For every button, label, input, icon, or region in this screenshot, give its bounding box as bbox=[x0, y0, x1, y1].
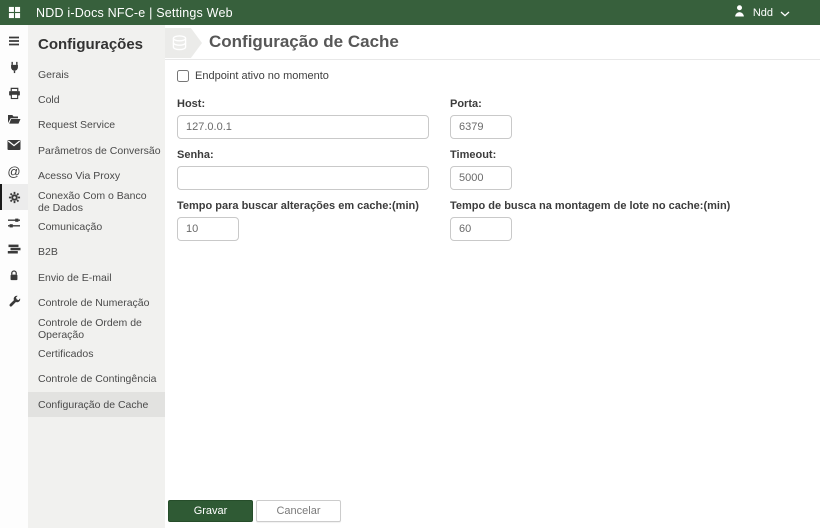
sidebar-item-envio-email[interactable]: Envio de E-mail bbox=[28, 265, 165, 290]
save-button[interactable]: Gravar bbox=[168, 500, 253, 522]
apps-grid-icon[interactable] bbox=[0, 6, 28, 19]
host-label: Host: bbox=[177, 98, 206, 110]
sidebar-item-controle-numeracao[interactable]: Controle de Numeração bbox=[28, 291, 165, 316]
sliders-icon[interactable] bbox=[0, 210, 28, 236]
database-icon bbox=[165, 28, 202, 58]
sidebar-item-controle-ordem-operacao[interactable]: Controle de Ordem de Operação bbox=[28, 316, 165, 341]
page-title: Configuração de Cache bbox=[209, 32, 399, 51]
user-icon bbox=[733, 4, 746, 22]
sidebar-item-conexao-banco-dados[interactable]: Conexão Com o Banco de Dados bbox=[28, 189, 165, 214]
sidebar-item-gerais[interactable]: Gerais bbox=[28, 62, 165, 87]
tempo-lote-input[interactable] bbox=[450, 217, 512, 241]
porta-input[interactable] bbox=[450, 115, 512, 139]
sidebar-item-request-service[interactable]: Request Service bbox=[28, 113, 165, 138]
timeout-label: Timeout: bbox=[450, 149, 497, 161]
app-title: NDD i-Docs NFC-e | Settings Web bbox=[36, 5, 233, 20]
host-input[interactable] bbox=[177, 115, 429, 139]
endpoint-active-checkbox[interactable] bbox=[177, 70, 189, 82]
sidebar-item-acesso-via-proxy[interactable]: Acesso Via Proxy bbox=[28, 164, 165, 189]
folder-open-icon[interactable] bbox=[0, 106, 28, 132]
tempo-alteracoes-input[interactable] bbox=[177, 217, 239, 241]
user-menu[interactable]: Ndd bbox=[733, 4, 820, 22]
senha-input[interactable] bbox=[177, 166, 429, 190]
icon-sidebar: @ bbox=[0, 25, 28, 528]
porta-label: Porta: bbox=[450, 98, 482, 110]
sidebar-item-parametros-conversao[interactable]: Parâmetros de Conversão bbox=[28, 138, 165, 163]
plug-icon[interactable] bbox=[0, 54, 28, 80]
sidebar-item-comunicacao[interactable]: Comunicação bbox=[28, 214, 165, 239]
settings-sidebar: Configurações Gerais Cold Request Servic… bbox=[28, 25, 165, 528]
lock-icon[interactable] bbox=[0, 262, 28, 288]
printer-icon[interactable] bbox=[0, 80, 28, 106]
cancel-button[interactable]: Cancelar bbox=[256, 500, 341, 522]
at-sign-icon[interactable]: @ bbox=[0, 158, 28, 184]
cache-settings-form: Endpoint ativo no momento Host: Porta: S… bbox=[165, 60, 820, 241]
menu-icon[interactable] bbox=[0, 28, 28, 54]
chevron-down-icon bbox=[780, 4, 790, 22]
senha-label: Senha: bbox=[177, 149, 214, 161]
form-actions: Gravar Cancelar bbox=[168, 500, 341, 522]
topbar: NDD i-Docs NFC-e | Settings Web Ndd bbox=[0, 0, 820, 25]
sidebar-item-configuracao-cache[interactable]: Configuração de Cache bbox=[28, 392, 165, 418]
stacked-bars-icon[interactable] bbox=[0, 236, 28, 262]
main-content: Configuração de Cache Endpoint ativo no … bbox=[165, 25, 820, 528]
tempo-alteracoes-label: Tempo para buscar alterações em cache:(m… bbox=[177, 200, 419, 212]
sidebar-item-certificados[interactable]: Certificados bbox=[28, 341, 165, 366]
timeout-input[interactable] bbox=[450, 166, 512, 190]
sidebar-item-b2b[interactable]: B2B bbox=[28, 240, 165, 265]
envelope-icon[interactable] bbox=[0, 132, 28, 158]
tempo-lote-label: Tempo de busca na montagem de lote no ca… bbox=[450, 200, 731, 212]
sidebar-item-controle-contingencia[interactable]: Controle de Contingência bbox=[28, 367, 165, 392]
wrench-icon[interactable] bbox=[0, 288, 28, 314]
gear-icon[interactable] bbox=[0, 184, 28, 210]
sidebar-item-cold[interactable]: Cold bbox=[28, 87, 165, 112]
user-name: Ndd bbox=[752, 6, 773, 19]
page-header: Configuração de Cache bbox=[165, 25, 820, 60]
endpoint-active-label: Endpoint ativo no momento bbox=[195, 70, 329, 82]
sidebar-title: Configurações bbox=[38, 36, 144, 53]
app-window: NDD i-Docs NFC-e | Settings Web Ndd @ Co… bbox=[0, 0, 820, 528]
